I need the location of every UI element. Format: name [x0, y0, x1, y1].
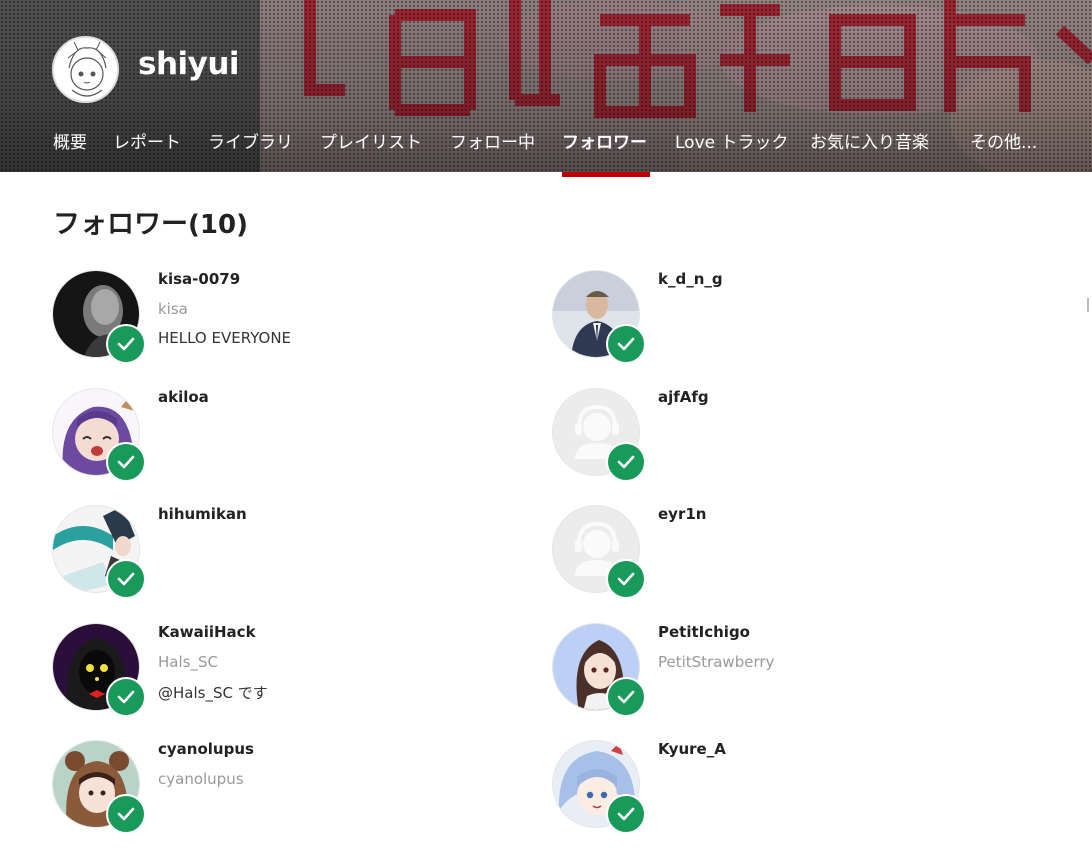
tab-favorite-music[interactable]: お気に入り音楽: [810, 128, 929, 153]
profile-avatar[interactable]: [52, 36, 119, 103]
tab-playlists[interactable]: プレイリスト: [320, 128, 422, 153]
follow-back-check-icon[interactable]: [606, 442, 646, 482]
follower-username[interactable]: eyr1n: [658, 505, 706, 523]
follow-back-check-icon[interactable]: [106, 677, 146, 717]
follow-back-check-icon[interactable]: [106, 794, 146, 834]
follower-username[interactable]: ajfAfg: [658, 388, 709, 406]
follow-back-check-icon[interactable]: [606, 794, 646, 834]
profile-header: shiyui 概要 レポート ライブラリ プレイリスト フォロー中 フォロワー …: [0, 0, 1092, 172]
tab-followers[interactable]: フォロワー: [562, 128, 647, 153]
tab-overview[interactable]: 概要: [53, 128, 87, 153]
list-item: KawaiiHack Hals_SC @Hals_SC です: [52, 623, 472, 723]
follower-username[interactable]: PetitIchigo: [658, 623, 750, 641]
profile-username[interactable]: shiyui: [138, 46, 240, 82]
follower-realname: kisa: [158, 300, 188, 318]
follower-bio: @Hals_SC です: [158, 684, 268, 702]
follow-back-check-icon[interactable]: [106, 559, 146, 599]
list-item: Kyure_A: [552, 740, 972, 840]
list-item: kisa-0079 kisa HELLO EVERYONE: [52, 270, 472, 370]
follow-back-check-icon[interactable]: [606, 559, 646, 599]
scroll-edge-marker: [1087, 298, 1089, 312]
follower-username[interactable]: k_d_n_g: [658, 270, 723, 288]
follower-username[interactable]: hihumikan: [158, 505, 247, 523]
tab-following[interactable]: フォロー中: [450, 128, 535, 153]
active-tab-indicator: [562, 172, 650, 177]
tab-library[interactable]: ライブラリ: [208, 128, 293, 153]
follower-realname: PetitStrawberry: [658, 653, 775, 671]
list-item: PetitIchigo PetitStrawberry: [552, 623, 972, 723]
section-title-text: フォロワー: [53, 209, 188, 240]
list-item: eyr1n: [552, 505, 972, 605]
follow-back-check-icon[interactable]: [606, 677, 646, 717]
list-item: k_d_n_g: [552, 270, 972, 370]
follow-back-check-icon[interactable]: [106, 442, 146, 482]
follower-username[interactable]: Kyure_A: [658, 740, 726, 758]
tab-reports[interactable]: レポート: [113, 128, 181, 153]
follower-username[interactable]: kisa-0079: [158, 270, 240, 288]
page-title: フォロワー(10): [53, 202, 248, 241]
profile-nav: 概要 レポート ライブラリ プレイリスト フォロー中 フォロワー Love トラ…: [0, 128, 1092, 158]
list-item: cyanolupus cyanolupus: [52, 740, 472, 840]
follower-bio: HELLO EVERYONE: [158, 329, 292, 347]
follower-count: (10): [188, 210, 248, 240]
follower-realname: Hals_SC: [158, 653, 218, 671]
follow-back-check-icon[interactable]: [106, 324, 146, 364]
follower-username[interactable]: KawaiiHack: [158, 623, 256, 641]
tab-loved-tracks[interactable]: Love トラック: [675, 128, 789, 153]
follow-back-check-icon[interactable]: [606, 324, 646, 364]
follower-username[interactable]: akiloa: [158, 388, 209, 406]
follower-username[interactable]: cyanolupus: [158, 740, 254, 758]
follower-realname: cyanolupus: [158, 770, 244, 788]
list-item: hihumikan: [52, 505, 472, 605]
list-item: ajfAfg: [552, 388, 972, 488]
list-item: akiloa: [52, 388, 472, 488]
tab-more[interactable]: その他...: [970, 128, 1037, 153]
